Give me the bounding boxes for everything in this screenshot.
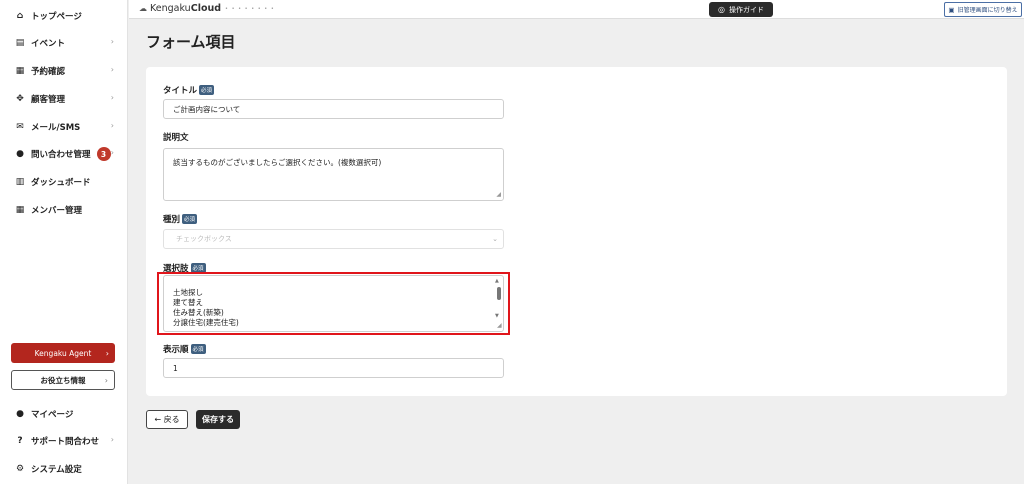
order-label-text: 表示順 <box>163 345 189 355</box>
required-badge: 必須 <box>182 214 198 224</box>
order-field-label: 表示順 必須 <box>163 343 206 355</box>
chevron-right-icon: › <box>104 375 108 385</box>
title-label-text: タイトル <box>163 86 198 96</box>
sidebar-item-support[interactable]: ? サポート問合わせ › <box>0 430 128 452</box>
description-label-text: 説明文 <box>163 133 189 143</box>
save-button[interactable]: 保存する <box>196 410 240 429</box>
logo-bold: Cloud <box>190 3 222 14</box>
sidebar-item-customers[interactable]: ✥ 顧客管理 › <box>0 88 128 110</box>
description-textarea[interactable]: 該当するものがございましたらご選択ください。(複数選択可) ◢ <box>163 148 504 201</box>
display-order-input[interactable]: 1 <box>163 358 504 378</box>
chevron-right-icon: › <box>110 121 114 130</box>
type-label-text: 種別 <box>163 215 181 225</box>
sidebar-item-label: メール/SMS <box>31 123 81 133</box>
title-input[interactable]: ご計画内容について <box>163 99 504 119</box>
compass-icon: ◎ <box>718 5 725 14</box>
switch-button-label: 旧管理画面に切り替え <box>957 7 1018 14</box>
sidebar: ⌂ トップページ ▤ イベント › ▦ 予約確認 › ✥ 顧客管理 › ✉ メー… <box>0 0 128 484</box>
sidebar-item-dashboard[interactable]: ▥ ダッシュボード <box>0 171 128 193</box>
page-title: フォーム項目 <box>146 33 236 51</box>
back-button[interactable]: ← 戻る <box>146 410 188 429</box>
chevron-right-icon: › <box>105 348 109 358</box>
required-badge: 必須 <box>190 344 206 354</box>
switch-icon: ▣ <box>948 5 955 14</box>
sidebar-item-label: 予約確認 <box>31 67 66 77</box>
chart-icon: ▥ <box>15 177 25 187</box>
chat-icon: ● <box>16 149 24 159</box>
chevron-right-icon: › <box>110 37 114 46</box>
person-icon: ● <box>16 409 24 419</box>
notification-badge: 3 <box>96 147 111 161</box>
resize-handle-icon[interactable]: ◢ <box>496 191 501 198</box>
sidebar-item-members[interactable]: ▦ メンバー管理 <box>0 199 128 221</box>
help-icon: ? <box>17 436 23 446</box>
sidebar-item-label: イベント <box>31 39 66 49</box>
sidebar-item-inquiries[interactable]: ● 問い合わせ管理 3 › <box>0 143 128 165</box>
guide-button-label: 操作ガイド <box>728 5 764 14</box>
description-text: 該当するものがございましたらご選択ください。(複数選択可) <box>173 158 382 167</box>
sidebar-item-label: ダッシュボード <box>31 178 91 188</box>
type-select[interactable]: チェックボックス ⌄ <box>163 229 504 249</box>
calendar-icon: ▦ <box>15 66 25 76</box>
sidebar-item-label: トップページ <box>31 12 82 22</box>
sidebar-item-settings[interactable]: ⚙ システム設定 <box>0 458 128 480</box>
chevron-right-icon: › <box>110 148 114 157</box>
sidebar-item-event[interactable]: ▤ イベント › <box>0 32 128 54</box>
operation-guide-button[interactable]: ◎ 操作ガイド <box>709 2 773 17</box>
type-select-value: チェックボックス <box>176 235 232 243</box>
sidebar-item-reservation[interactable]: ▦ 予約確認 › <box>0 60 128 82</box>
kengaku-agent-button[interactable]: Kengaku Agent › <box>11 343 115 363</box>
description-field-label: 説明文 <box>163 131 189 143</box>
users-icon: ✥ <box>16 94 24 104</box>
mail-icon: ✉ <box>16 122 24 132</box>
logo-prefix: Kengaku <box>150 3 191 14</box>
chevron-right-icon: › <box>110 93 114 102</box>
useful-info-button[interactable]: お役立ち情報 › <box>11 370 115 390</box>
sidebar-item-label: 顧客管理 <box>31 95 66 105</box>
chevron-right-icon: › <box>110 435 114 444</box>
chevron-down-icon: ⌄ <box>492 235 498 243</box>
document-icon: ▤ <box>15 38 25 48</box>
home-icon: ⌂ <box>16 11 24 21</box>
grid-icon: ▦ <box>15 205 25 215</box>
sidebar-item-top[interactable]: ⌂ トップページ <box>0 5 128 27</box>
type-field-label: 種別 必須 <box>163 213 198 225</box>
logo-dots: • • • • • • • • <box>225 5 275 12</box>
sidebar-item-mail[interactable]: ✉ メール/SMS › <box>0 116 128 138</box>
sidebar-item-label: システム設定 <box>31 465 82 475</box>
sidebar-item-label: メンバー管理 <box>31 206 83 216</box>
switch-legacy-admin-button[interactable]: ▣ 旧管理画面に切り替え <box>944 2 1022 17</box>
sidebar-item-mypage[interactable]: ● マイページ <box>0 403 128 425</box>
sidebar-item-label: 問い合わせ管理 <box>31 150 91 160</box>
title-field-label: タイトル 必須 <box>163 84 215 96</box>
highlight-box <box>157 272 510 335</box>
required-badge: 必須 <box>199 85 215 95</box>
top-bar: ☁ Kengaku Cloud • • • • • • • • ◎ 操作ガイド … <box>129 0 1024 19</box>
sidebar-item-label: サポート問合わせ <box>31 437 100 447</box>
agent-button-label: Kengaku Agent <box>34 348 92 358</box>
gear-icon: ⚙ <box>15 464 25 474</box>
cloud-icon: ☁ <box>139 4 147 13</box>
sidebar-item-label: マイページ <box>31 410 74 420</box>
chevron-right-icon: › <box>110 65 114 74</box>
info-button-label: お役立ち情報 <box>40 375 86 385</box>
kengaku-cloud-logo[interactable]: ☁ Kengaku Cloud • • • • • • • • <box>139 3 275 14</box>
